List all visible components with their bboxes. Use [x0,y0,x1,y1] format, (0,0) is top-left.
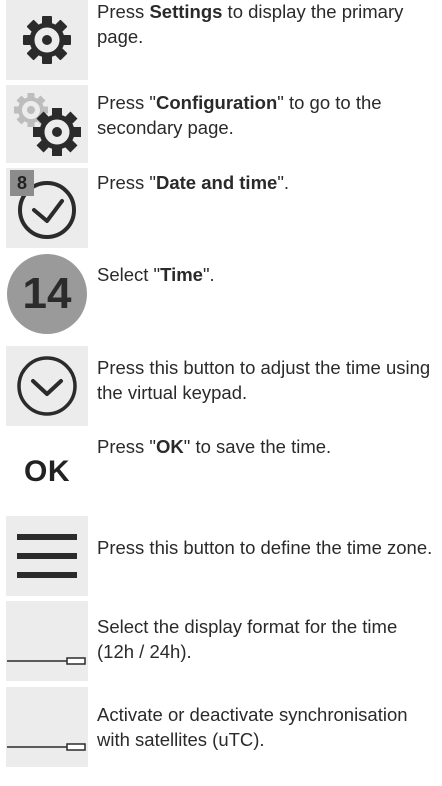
ok-icon: OK [6,432,88,512]
step-text: Press "Date and time". [97,172,290,193]
step-number: 14 [22,269,72,318]
step-text: Press this button to define the time zon… [97,537,433,558]
step-text: Press "Configuration" to go to the secon… [97,92,382,138]
step-number-badge: 8 [10,170,34,196]
step-text: Select "Time". [97,264,215,285]
clock-icon: 8 [6,168,88,248]
toggle-icon [6,687,88,767]
step-text: Press "OK" to save the time. [97,436,332,457]
step-text: Select the display format for the time (… [97,616,398,662]
gear-icon [6,0,88,80]
step-text: Activate or deactivate synchronisation w… [97,704,408,750]
chevron-down-circle-icon [6,346,88,426]
number-badge-icon: 14 [6,252,88,336]
double-gear-icon [6,85,88,163]
menu-icon [6,516,88,596]
step-text: Press this button to adjust the time usi… [97,357,431,403]
step-text: Press Settings to display the primary pa… [97,1,404,47]
ok-label: OK [24,455,70,488]
toggle-icon [6,601,88,681]
